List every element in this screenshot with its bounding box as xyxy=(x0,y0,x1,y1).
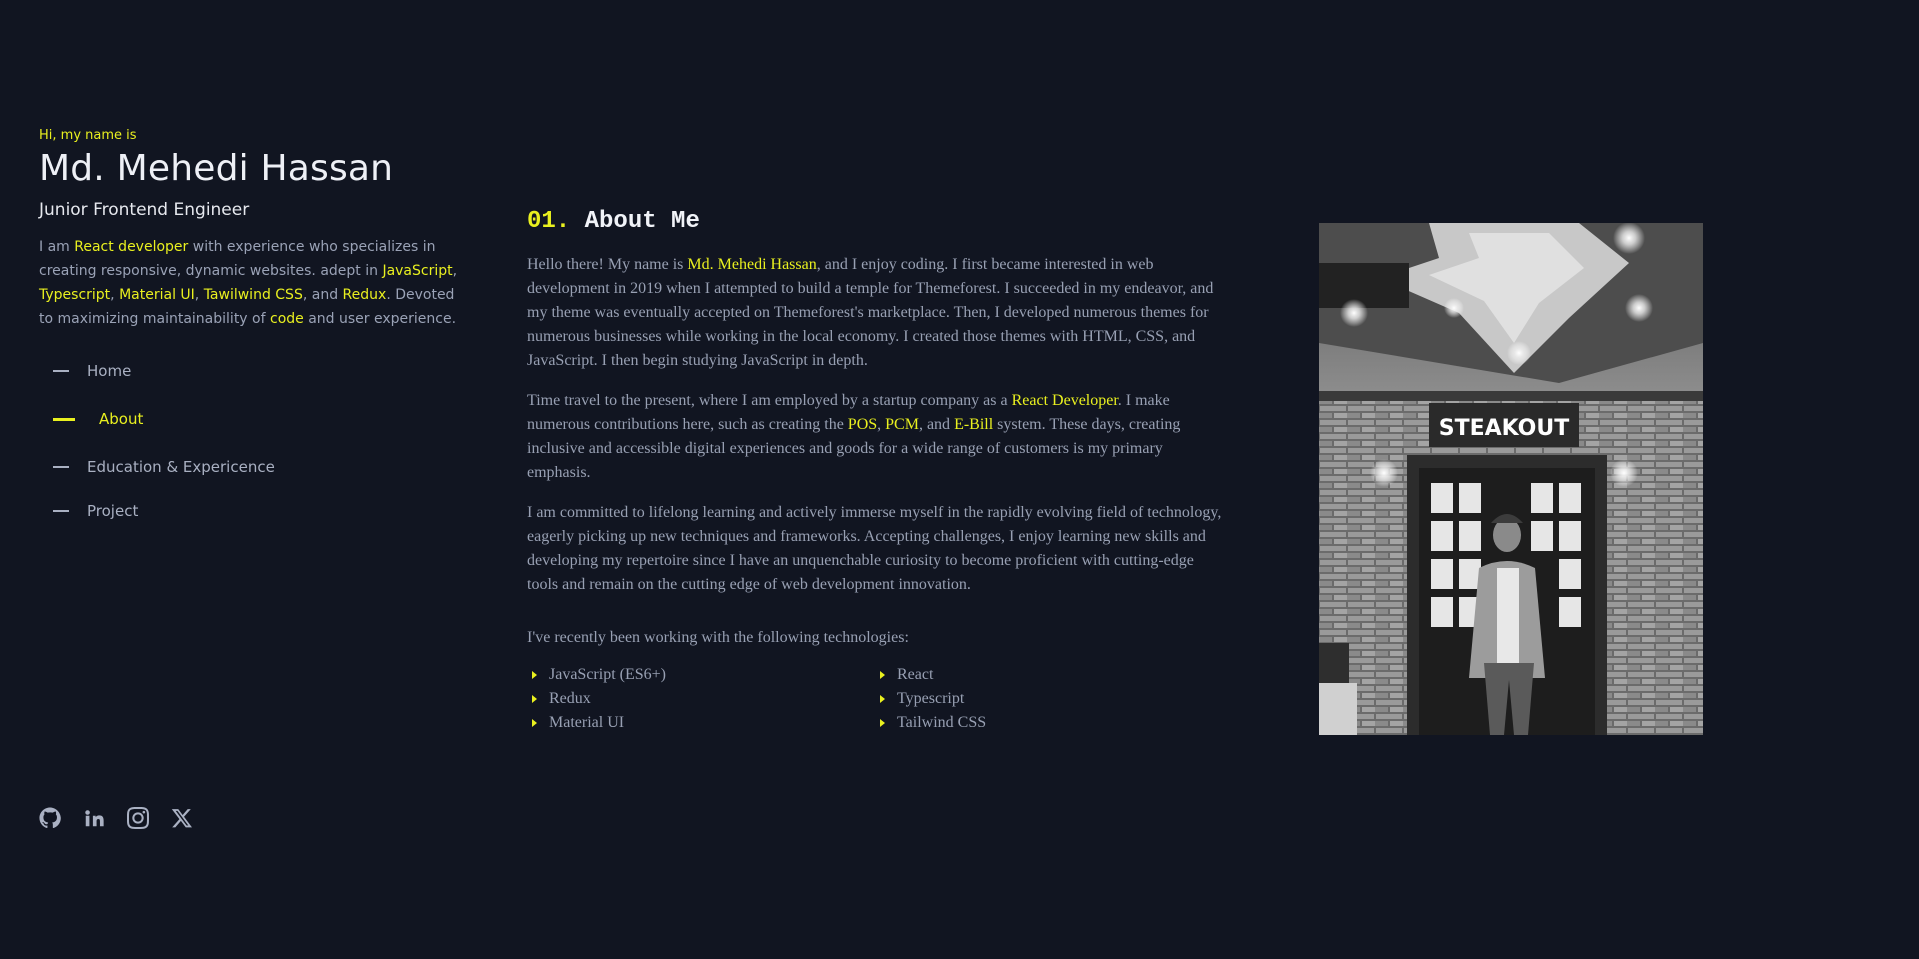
about-highlight: Md. Mehedi Hassan xyxy=(687,256,817,273)
caret-right-icon xyxy=(880,719,885,727)
nav-item-education[interactable]: Education & Expericence xyxy=(39,455,469,479)
nav-item-label: Home xyxy=(87,362,132,381)
nav-item-label: About xyxy=(99,410,144,429)
intro-highlight: Material UI xyxy=(119,287,195,304)
intro-text: , xyxy=(452,263,458,280)
about-text: Hello there! My name is xyxy=(527,256,688,273)
nav-item-about[interactable]: About xyxy=(39,407,469,431)
intro-highlight: code xyxy=(270,311,304,328)
about-text: Time travel to the present, where I am e… xyxy=(527,392,1012,409)
x-icon[interactable] xyxy=(171,806,193,830)
main-nav: Home About Education & Expericence Proje… xyxy=(39,359,469,523)
tech-label: Tailwind CSS xyxy=(897,714,987,731)
tech-label: React xyxy=(897,666,934,683)
intro-highlight: React developer xyxy=(74,239,189,256)
section-title: 01. About Me xyxy=(527,208,1227,235)
list-item: Material UI xyxy=(527,711,875,735)
about-paragraph: Time travel to the present, where I am e… xyxy=(527,389,1227,485)
tech-label: Material UI xyxy=(549,714,625,731)
nav-item-home[interactable]: Home xyxy=(39,359,469,383)
profile-role: Junior Frontend Engineer xyxy=(39,200,250,221)
nav-indicator xyxy=(53,510,69,513)
nav-item-project[interactable]: Project xyxy=(39,499,469,523)
about-paragraph: I am committed to lifelong learning and … xyxy=(527,504,1222,593)
list-item: Typescript xyxy=(875,687,1175,711)
about-highlight: PCM xyxy=(885,416,919,433)
section-number: 01. xyxy=(527,208,571,235)
linkedin-icon[interactable] xyxy=(83,806,105,830)
caret-right-icon xyxy=(880,695,885,703)
tech-list: JavaScript (ES6+) React Redux Typescript… xyxy=(527,663,1227,735)
list-item: React xyxy=(875,663,1175,687)
section-heading: About Me xyxy=(584,208,700,235)
about-section: 01. About Me Hello there! My name is Md.… xyxy=(527,208,1227,735)
tech-intro: I've recently been working with the foll… xyxy=(527,629,909,646)
intro-text: and user experience. xyxy=(303,311,457,328)
nav-indicator xyxy=(53,417,75,421)
github-icon[interactable] xyxy=(39,806,61,830)
nav-item-label: Project xyxy=(87,502,139,521)
caret-right-icon xyxy=(532,719,537,727)
sign-text: STEAKOUT xyxy=(1439,416,1570,441)
intro-highlight: Redux xyxy=(342,287,387,304)
intro-text: I am xyxy=(39,239,75,256)
tech-label: JavaScript (ES6+) xyxy=(549,666,666,683)
tech-label: Typescript xyxy=(897,690,965,707)
about-highlight: E-Bill xyxy=(954,416,994,433)
caret-right-icon xyxy=(880,671,885,679)
greeting: Hi, my name is xyxy=(39,128,137,143)
intro-text: , and xyxy=(302,287,343,304)
about-highlight: POS xyxy=(847,416,878,433)
profile-name: Md. Mehedi Hassan xyxy=(39,148,394,189)
list-item: Redux xyxy=(527,687,875,711)
list-item: JavaScript (ES6+) xyxy=(527,663,875,687)
list-item: Tailwind CSS xyxy=(875,711,1175,735)
about-text: , and xyxy=(918,416,955,433)
profile-panel: Hi, my name is Md. Mehedi Hassan Junior … xyxy=(39,128,469,547)
tech-label: Redux xyxy=(549,690,591,707)
nav-item-label: Education & Expericence xyxy=(87,458,275,477)
intro-text: , xyxy=(110,287,120,304)
profile-intro: I am React developer with experience who… xyxy=(39,235,469,331)
profile-photo: STEAKOUT xyxy=(1319,223,1703,735)
social-links xyxy=(39,806,193,830)
about-text: , xyxy=(877,416,886,433)
caret-right-icon xyxy=(532,671,537,679)
instagram-icon[interactable] xyxy=(127,806,149,830)
about-highlight: React Developer xyxy=(1011,392,1118,409)
nav-indicator xyxy=(53,370,69,373)
about-paragraph: Hello there! My name is Md. Mehedi Hassa… xyxy=(527,253,1227,373)
intro-highlight: Typescript xyxy=(39,287,111,304)
intro-text: , xyxy=(194,287,204,304)
intro-highlight: JavaScript xyxy=(382,263,453,280)
intro-highlight: Tawilwind CSS xyxy=(203,287,303,304)
caret-right-icon xyxy=(532,695,537,703)
nav-indicator xyxy=(53,466,69,469)
